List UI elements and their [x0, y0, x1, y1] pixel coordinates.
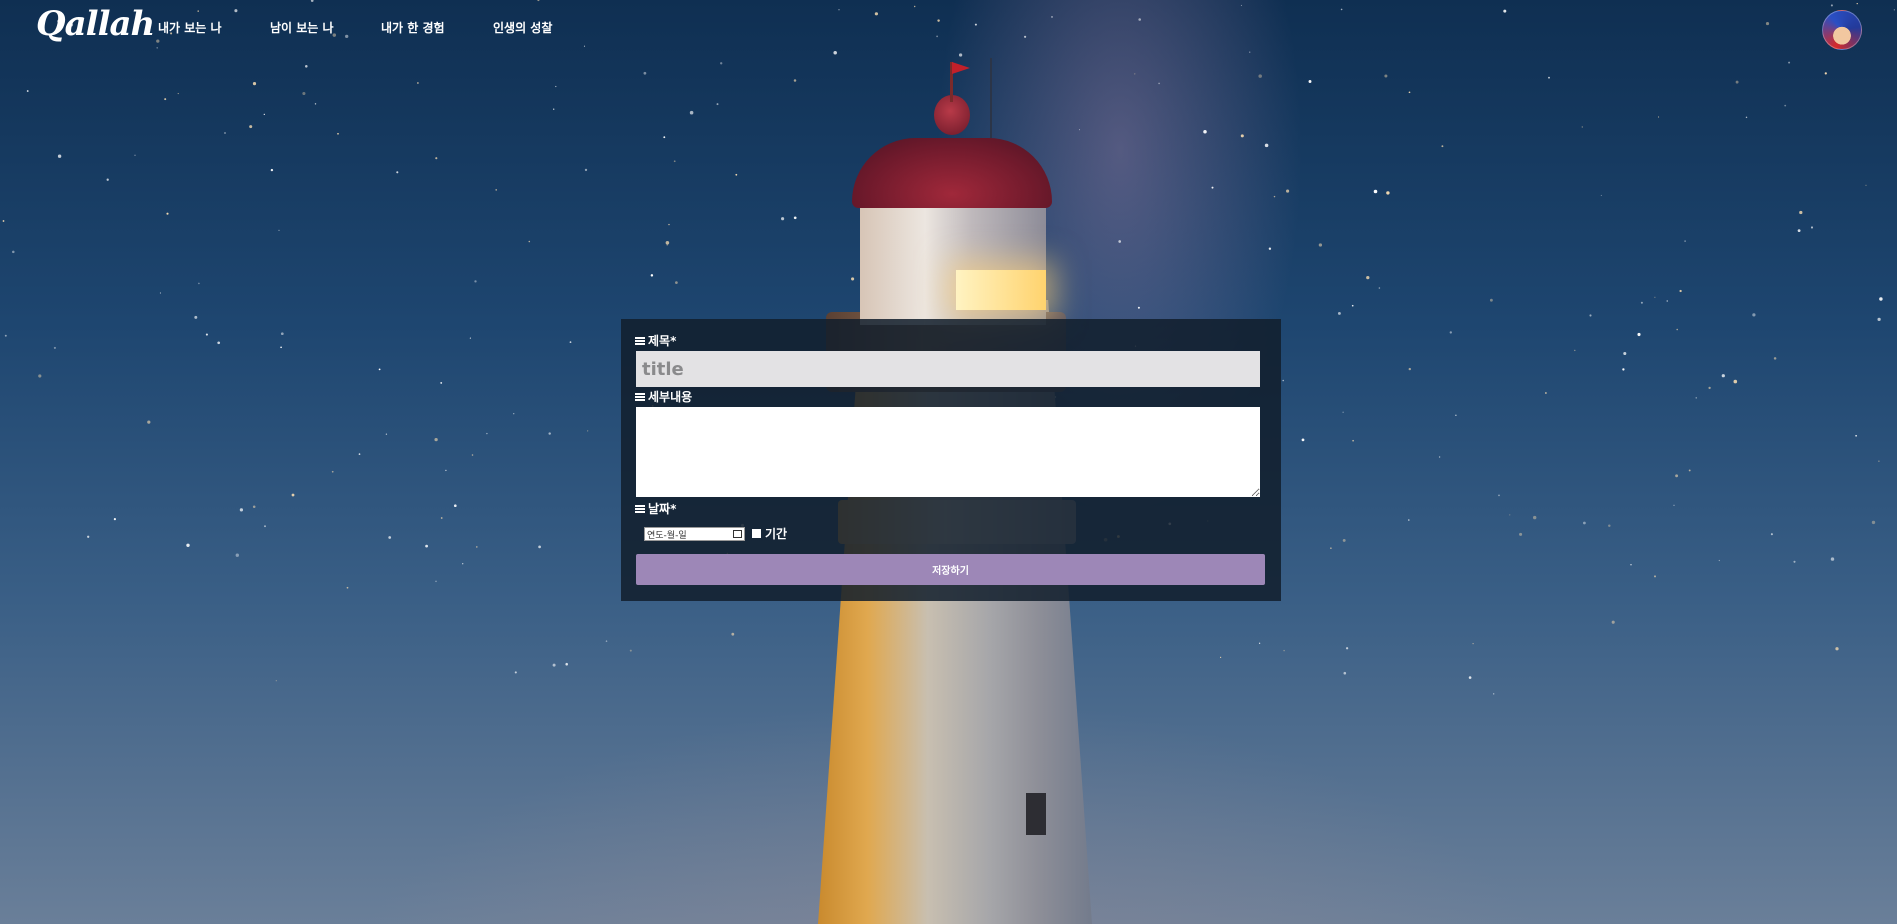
date-input[interactable]: 연도-월-일	[644, 527, 745, 541]
title-label: 제목*	[635, 332, 676, 349]
nav-link-experiences[interactable]: 내가 한 경험	[381, 19, 445, 36]
date-label: 날짜*	[635, 500, 676, 517]
detail-label: 세부내용	[635, 388, 692, 405]
nav-link-self-view[interactable]: 내가 보는 나	[158, 19, 222, 36]
nav-link-others-view[interactable]: 남이 보는 나	[270, 19, 334, 36]
user-avatar[interactable]	[1822, 10, 1862, 50]
write-form-panel: 제목* 세부내용 날짜* 연도-월-일 기간 저장하기	[621, 319, 1281, 601]
period-checkbox[interactable]	[752, 529, 761, 538]
menu-icon	[635, 392, 645, 401]
save-button[interactable]: 저장하기	[636, 554, 1265, 585]
date-input-placeholder: 연도-월-일	[647, 530, 687, 541]
logo-link[interactable]: Qallah	[36, 4, 155, 44]
date-label-text: 날짜*	[648, 502, 677, 516]
calendar-icon[interactable]	[733, 530, 742, 538]
title-input[interactable]	[636, 351, 1260, 387]
detail-textarea[interactable]	[636, 407, 1260, 497]
detail-label-text: 세부내용	[648, 390, 693, 404]
menu-icon	[635, 504, 645, 513]
nav-link-reflection[interactable]: 인생의 성찰	[493, 19, 552, 36]
title-label-text: 제목*	[648, 334, 677, 348]
menu-icon	[635, 336, 645, 345]
period-checkbox-label: 기간	[765, 527, 788, 541]
top-navbar: Qallah 내가 보는 나 남이 보는 나 내가 한 경험 인생의 성찰	[0, 0, 1897, 56]
